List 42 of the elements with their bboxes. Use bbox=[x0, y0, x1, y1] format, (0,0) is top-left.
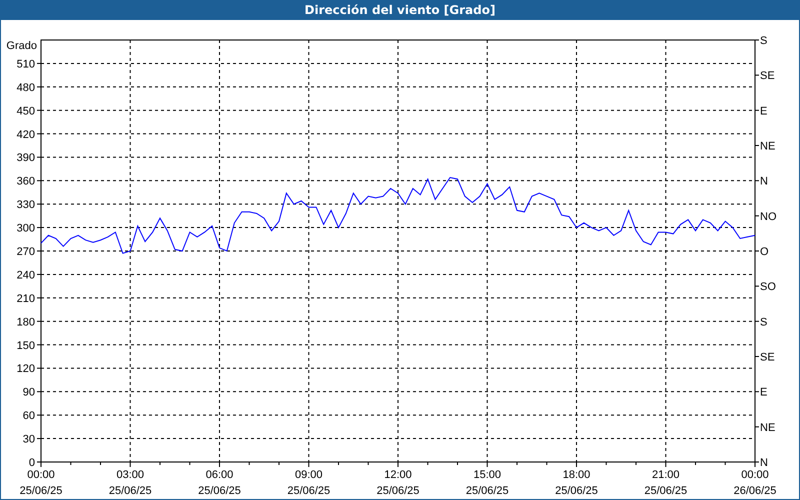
y-tick-label: 270 bbox=[16, 246, 35, 258]
y-tick-label: 450 bbox=[16, 105, 35, 118]
y-tick-label: 330 bbox=[16, 199, 35, 212]
compass-tick-label: N bbox=[760, 457, 768, 469]
y-tick-label: 480 bbox=[16, 82, 35, 94]
x-tick-label: 00:00 26/06/25 bbox=[734, 469, 776, 497]
compass-tick-label: NO bbox=[760, 210, 776, 223]
y-tick-label: 390 bbox=[16, 152, 35, 164]
x-tick-label: 18:00 25/06/25 bbox=[555, 469, 598, 497]
y-tick-label: 510 bbox=[16, 58, 35, 70]
compass-tick-label: NE bbox=[760, 140, 776, 152]
x-tick-label: 00:00 25/06/25 bbox=[20, 469, 62, 497]
y-tick-label: 150 bbox=[16, 340, 35, 352]
x-tick-label: 06:00 25/06/25 bbox=[198, 469, 241, 497]
compass-tick-label: SE bbox=[760, 70, 775, 82]
compass-tick-label: N bbox=[760, 176, 768, 188]
window-title: Dirección del viento [Grado] bbox=[304, 3, 496, 17]
y-tick-label: 300 bbox=[16, 222, 35, 235]
compass-tick-label: O bbox=[760, 246, 769, 258]
x-tick-label: 09:00 25/06/25 bbox=[287, 469, 330, 497]
y-tick-label: 120 bbox=[16, 363, 35, 376]
y-tick-label: 30 bbox=[22, 434, 35, 446]
compass-tick-label: S bbox=[760, 316, 768, 328]
x-tick-label: 03:00 25/06/25 bbox=[108, 469, 152, 497]
x-tick-label: 12:00 25/06/25 bbox=[376, 469, 420, 497]
y-tick-label: 360 bbox=[16, 176, 35, 188]
x-tick-label: 15:00 25/06/25 bbox=[466, 469, 509, 497]
y-tick-label: 210 bbox=[16, 292, 35, 305]
y-axis-label: Grado bbox=[6, 40, 37, 52]
y-tick-label: 90 bbox=[22, 386, 35, 399]
y-tick-label: 240 bbox=[16, 269, 35, 282]
compass-tick-label: E bbox=[760, 386, 768, 399]
compass-tick-label: SO bbox=[760, 281, 776, 294]
compass-tick-label: E bbox=[760, 105, 768, 118]
compass-tick-label: NE bbox=[760, 422, 776, 434]
y-tick-label: 180 bbox=[16, 316, 35, 328]
compass-tick-label: SE bbox=[760, 352, 775, 364]
x-tick-label: 21:00 25/06/25 bbox=[644, 469, 688, 497]
y-tick-label: 60 bbox=[22, 410, 35, 422]
y-tick-label: 0 bbox=[28, 457, 35, 469]
y-tick-label: 420 bbox=[16, 128, 35, 141]
compass-tick-label: S bbox=[760, 35, 768, 47]
